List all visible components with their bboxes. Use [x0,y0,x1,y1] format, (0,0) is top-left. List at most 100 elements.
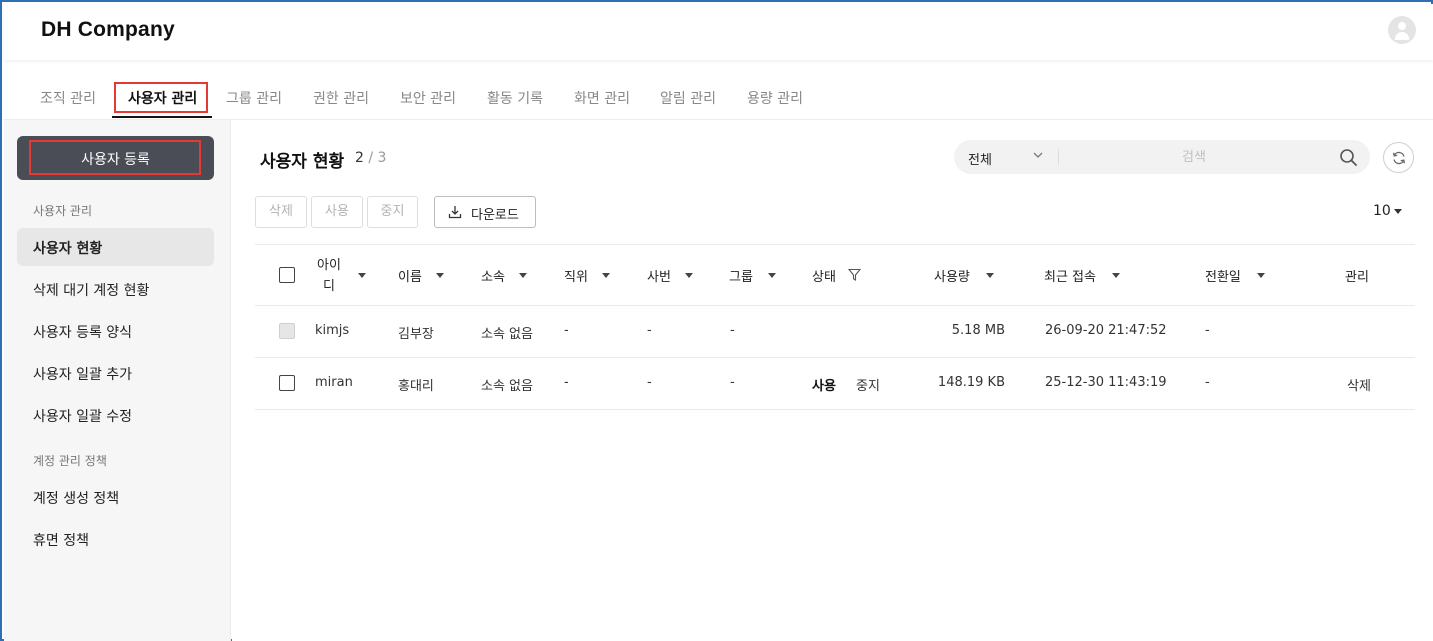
enable-button[interactable]: 사용 [311,196,363,228]
column-header-usage: 사용량 [934,270,970,285]
cell-name: 김부장 [398,327,434,342]
main-tabs: 조직 관리 사용자 관리 그룹 관리 권한 관리 보안 관리 활동 기록 화면 … [4,60,1433,120]
register-user-label: 사용자 등록 [81,152,150,168]
sidebar-item-bulk-edit[interactable]: 사용자 일괄 수정 [33,406,132,426]
sidebar-item-user-status[interactable]: 사용자 현황 [33,238,102,258]
delete-user-link[interactable]: 삭제 [1347,375,1371,394]
row-checkbox [279,323,295,339]
tab-groups[interactable]: 그룹 관리 [226,88,282,108]
table-row-divider [255,357,1415,358]
status-suspend-link[interactable]: 중지 [856,375,880,394]
table-top-border [255,244,1415,245]
tab-permissions[interactable]: 권한 관리 [313,88,369,108]
download-button[interactable]: 다운로드 [434,196,536,228]
cell-group: - [730,323,735,338]
page-title: 사용자 현황 [260,152,345,172]
sidebar-item-bulk-add[interactable]: 사용자 일괄 추가 [33,364,132,384]
cell-employee-no: - [647,323,652,338]
cell-id: kimjs [315,323,350,338]
table-header-divider [255,305,1415,306]
search-bar: 전체 [954,140,1370,174]
download-icon [448,206,462,219]
tab-activity[interactable]: 활동 기록 [487,88,543,108]
tab-org[interactable]: 조직 관리 [40,88,96,108]
column-header-transition-date: 전환일 [1205,270,1241,285]
column-header-last-access: 최근 접속 [1044,270,1096,285]
page-size-value: 10 [1373,203,1391,219]
sidebar-item-dormant-policy[interactable]: 휴면 정책 [33,530,89,550]
sort-id-icon[interactable] [358,273,366,278]
user-count-total: / 3 [368,150,387,166]
column-header-id-line2: 디 [322,279,335,294]
sort-position-icon[interactable] [602,273,610,278]
download-label: 다운로드 [471,208,519,223]
page-size-select[interactable]: 10 [1373,203,1402,219]
search-input[interactable] [1064,144,1324,170]
cell-employee-no: - [647,375,652,390]
company-logo[interactable]: DH Company [41,18,175,42]
cell-affiliation: 소속 없음 [481,379,533,394]
cell-group: - [730,375,735,390]
user-avatar-icon[interactable] [1388,16,1416,44]
sort-employee-no-icon[interactable] [685,273,693,278]
column-header-position: 직위 [564,270,588,285]
table-bottom-border [255,409,1415,410]
sidebar-item-account-creation-policy[interactable]: 계정 생성 정책 [33,488,119,508]
chevron-down-icon[interactable] [1032,149,1044,161]
tab-highlight-box [114,82,208,113]
sidebar-section-user-management: 사용자 관리 [33,204,93,218]
column-header-id-line1: 아이 [317,258,341,273]
column-header-id: 아이 디 [317,255,341,297]
column-header-status: 상태 [812,270,836,285]
avatar-head-shape [1398,22,1406,30]
search-filter-select[interactable]: 전체 [968,149,992,168]
avatar-body-shape [1395,32,1409,40]
cell-transition-date: - [1205,375,1210,390]
filter-icon[interactable] [848,268,861,281]
row-checkbox[interactable] [279,375,295,391]
cell-last-access: 25-12-30 11:43:19 [1045,375,1167,390]
sidebar-section-account-policy: 계정 관리 정책 [33,454,107,468]
refresh-icon [1392,151,1406,165]
main-content: 사용자 현황 2 / 3 전체 삭제 [232,120,1433,641]
cell-usage: 148.19 KB [937,375,1005,390]
tab-notifications[interactable]: 알림 관리 [660,88,716,108]
column-header-name: 이름 [398,270,422,285]
tab-security[interactable]: 보안 관리 [400,88,456,108]
active-tab-underline [112,116,212,118]
sort-usage-icon[interactable] [986,273,994,278]
user-count: 2 / 3 [355,150,386,166]
suspend-button[interactable]: 중지 [367,196,418,228]
select-all-checkbox[interactable] [279,267,295,283]
sidebar-item-registration-form[interactable]: 사용자 등록 양식 [33,322,132,342]
app-window: DH Company 조직 관리 사용자 관리 그룹 관리 권한 관리 보안 관… [0,0,1433,641]
column-header-employee-no: 사번 [647,270,671,285]
cell-affiliation: 소속 없음 [481,327,533,342]
search-divider [1058,149,1059,165]
cell-position: - [564,375,569,390]
register-user-button[interactable]: 사용자 등록 [17,136,214,180]
refresh-button[interactable] [1383,142,1414,173]
cell-name: 홍대리 [398,379,434,394]
top-header: DH Company [4,4,1433,60]
cell-last-access: 26-09-20 21:47:52 [1045,323,1167,338]
tab-capacity[interactable]: 용량 관리 [747,88,803,108]
sidebar-item-pending-deletion[interactable]: 삭제 대기 계정 현황 [33,280,149,300]
delete-button[interactable]: 삭제 [255,196,307,228]
column-header-group: 그룹 [729,270,753,285]
cell-transition-date: - [1205,323,1210,338]
sidebar: 사용자 등록 사용자 관리 사용자 현황 삭제 대기 계정 현황 사용자 등록 … [4,120,231,641]
user-count-current: 2 [355,150,364,166]
column-header-manage: 관리 [1345,270,1369,285]
sort-name-icon[interactable] [436,273,444,278]
cell-position: - [564,323,569,338]
sort-last-access-icon[interactable] [1112,273,1120,278]
tab-screen[interactable]: 화면 관리 [574,88,630,108]
sort-affiliation-icon[interactable] [519,273,527,278]
search-icon[interactable] [1339,148,1358,167]
sort-group-icon[interactable] [768,273,776,278]
sort-transition-date-icon[interactable] [1257,273,1265,278]
cell-usage: 5.18 MB [951,323,1005,338]
cell-id: miran [315,375,353,390]
cell-status: 사용 [812,379,836,394]
